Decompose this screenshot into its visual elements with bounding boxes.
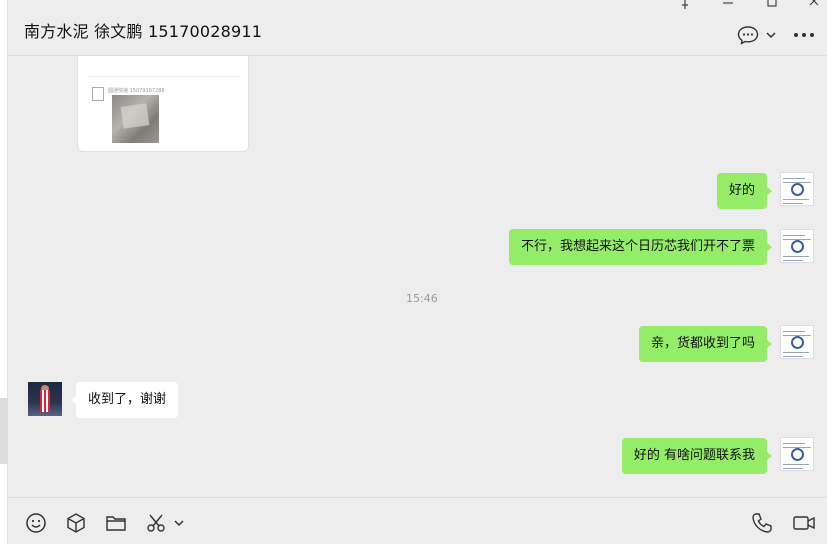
message-text: 好的 有啥问题联系我 — [633, 448, 755, 463]
avatar[interactable] — [780, 172, 814, 206]
message-list[interactable]: 圆通快递 15079107288 好的 不行，我想起来这个日历芯我们开不了票 1… — [8, 56, 827, 497]
message-bubble-self[interactable]: 不行，我想起来这个日历芯我们开不了票 — [508, 229, 773, 265]
message-bubble-self[interactable]: 好的 — [716, 173, 773, 209]
input-toolbar — [8, 497, 827, 544]
message-text: 好的 — [728, 183, 755, 198]
shared-photo-thumbnail[interactable] — [112, 95, 159, 143]
left-panel-selected-item[interactable] — [0, 398, 8, 464]
card-caption: 圆通快递 15079107288 — [108, 88, 165, 94]
message-text: 不行，我想起来这个日历芯我们开不了票 — [520, 239, 755, 254]
more-icon[interactable] — [792, 29, 816, 41]
pin-icon[interactable] — [678, 0, 692, 10]
avatar[interactable] — [780, 437, 814, 471]
contact-avatar[interactable] — [28, 382, 62, 416]
chat-header: 南方水泥 徐文鹏 15170028911 — [8, 0, 827, 56]
message-text: 亲，货都收到了吗 — [650, 336, 755, 351]
document-icon — [92, 87, 104, 101]
chevron-down-icon[interactable] — [173, 518, 185, 528]
minimize-icon[interactable] — [721, 0, 735, 10]
avatar[interactable] — [780, 325, 814, 359]
message-text: 收到了，谢谢 — [88, 392, 167, 407]
card-divider — [88, 76, 240, 77]
message-timestamp: 15:46 — [406, 292, 438, 305]
shared-image-card[interactable]: 圆通快递 15079107288 — [77, 56, 249, 152]
avatar[interactable] — [780, 229, 814, 263]
left-panel-edge — [0, 0, 8, 544]
maximize-icon[interactable] — [765, 0, 779, 9]
message-bubble-other[interactable]: 收到了，谢谢 — [70, 382, 179, 418]
chat-bubble-icon[interactable] — [737, 25, 759, 45]
message-bubble-self[interactable]: 好的 有啥问题联系我 — [621, 438, 773, 474]
emoji-icon[interactable] — [25, 512, 47, 534]
message-bubble-self[interactable]: 亲，货都收到了吗 — [638, 326, 773, 362]
video-icon[interactable] — [792, 512, 816, 534]
package-icon[interactable] — [65, 512, 87, 534]
close-icon[interactable] — [808, 0, 822, 9]
chat-title: 南方水泥 徐文鹏 15170028911 — [24, 22, 263, 41]
chevron-down-icon[interactable] — [765, 30, 777, 40]
scissors-icon[interactable] — [145, 512, 167, 534]
folder-icon[interactable] — [105, 512, 127, 534]
phone-icon[interactable] — [751, 512, 773, 534]
